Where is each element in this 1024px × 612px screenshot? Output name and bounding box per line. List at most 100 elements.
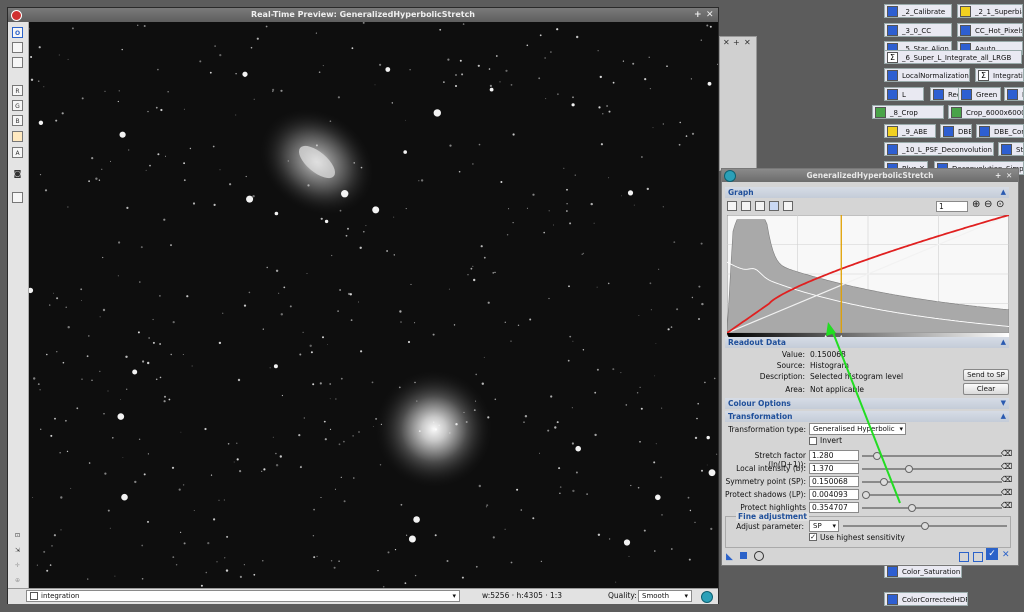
- curve-graph[interactable]: [727, 215, 1009, 340]
- workspace-process-icon[interactable]: _2_Calibrate: [884, 4, 952, 18]
- parameter-input[interactable]: 1.280: [809, 450, 859, 461]
- alpha-channel-button[interactable]: A: [12, 147, 23, 158]
- histogram-icon[interactable]: [783, 201, 793, 211]
- overlay-icon[interactable]: [755, 201, 765, 211]
- workspace-process-icon[interactable]: Crop_6000x6000: [948, 105, 1024, 119]
- close-icon[interactable]: ✕: [744, 38, 751, 47]
- cursor-icon[interactable]: ⇲: [12, 545, 23, 556]
- workspace-process-icon[interactable]: Green: [958, 87, 1001, 101]
- parameter-slider-knob[interactable]: [880, 478, 888, 486]
- preview-toggle-icon[interactable]: [754, 551, 764, 561]
- split-view-icon[interactable]: [12, 42, 23, 53]
- zoom-input[interactable]: 1: [936, 201, 968, 212]
- process-icon: [979, 126, 990, 137]
- zoom-fit-icon[interactable]: ⊡: [12, 530, 23, 541]
- workspace-process-icon[interactable]: Star: [998, 142, 1024, 156]
- close-icon[interactable]: ✕: [1006, 169, 1012, 182]
- parameter-slider-knob[interactable]: [905, 465, 913, 473]
- collapse-icon[interactable]: ✕: [723, 38, 730, 47]
- parameter-input[interactable]: 1.370: [809, 463, 859, 474]
- reset-icon[interactable]: ⌫: [1001, 462, 1012, 471]
- process-icon[interactable]: [724, 170, 736, 182]
- workspace-process-icon[interactable]: Σ Integration: [975, 68, 1024, 82]
- window-icon[interactable]: [12, 192, 23, 203]
- pin-icon[interactable]: +: [995, 169, 1001, 182]
- parameter-slider[interactable]: [862, 468, 1002, 470]
- zoom-out-icon[interactable]: ⊖: [984, 199, 992, 210]
- view-selector[interactable]: integration ▾: [26, 590, 460, 602]
- new-instance-icon[interactable]: ◣: [726, 552, 733, 562]
- workspace-process-icon[interactable]: _8_Crop: [872, 105, 944, 119]
- preview-image[interactable]: [29, 22, 718, 588]
- layout-icon[interactable]: [12, 57, 23, 68]
- preview-tool-column: O R G B A ◙ ⊡ ⇲ ✛ ⊕: [8, 22, 29, 588]
- quality-select[interactable]: Smooth ▾: [638, 590, 692, 602]
- zoom-reset-icon[interactable]: ⊙: [996, 199, 1004, 210]
- parameter-slider-knob[interactable]: [873, 452, 881, 460]
- pin-icon[interactable]: +: [694, 8, 702, 22]
- parameter-slider-knob[interactable]: [908, 504, 916, 512]
- apply-global-icon[interactable]: [740, 552, 747, 559]
- reset-icon[interactable]: ⌫: [1001, 475, 1012, 484]
- workspace-process-icon[interactable]: _10_L_PSF_Deconvolution: [884, 142, 994, 156]
- image-dimensions: w:5256 · h:4305 · 1:3: [482, 591, 563, 600]
- workspace-process-icon[interactable]: ColorCorrectedHDRM: [884, 592, 968, 606]
- reset-icon[interactable]: [701, 591, 713, 603]
- workspace-icon-label: _10_L_PSF_Deconvolution: [902, 146, 992, 154]
- transformation-type-select[interactable]: Generalised Hyperbolic ▾: [809, 423, 906, 435]
- section-colour-options[interactable]: Colour Options ▼: [725, 398, 1009, 409]
- adjust-parameter-select[interactable]: SP ▾: [809, 520, 839, 532]
- pan-icon[interactable]: ✛: [12, 560, 23, 571]
- workspace-process-icon[interactable]: Σ _6_Super_L_Integrate_all_LRGB: [884, 50, 1022, 64]
- rgb-channel-button[interactable]: O: [12, 27, 23, 38]
- real-time-preview-icon[interactable]: [959, 552, 969, 562]
- section-readout[interactable]: Readout Data ▲: [725, 337, 1009, 348]
- blue-channel-button[interactable]: B: [12, 115, 23, 126]
- parameter-slider[interactable]: [862, 494, 1002, 496]
- reset-icon[interactable]: ⌫: [1001, 488, 1012, 497]
- log-scale-icon[interactable]: [727, 201, 737, 211]
- invert-checkbox[interactable]: [809, 437, 817, 445]
- parameter-slider[interactable]: [862, 507, 1002, 509]
- workspace-icon-label: Star: [1016, 146, 1024, 154]
- parameter-slider-knob[interactable]: [862, 491, 870, 499]
- green-channel-button[interactable]: G: [12, 100, 23, 111]
- reset-icon[interactable]: ⌫: [1001, 501, 1012, 510]
- pin-icon[interactable]: +: [733, 38, 740, 47]
- section-transformation[interactable]: Transformation ▲: [725, 411, 1009, 422]
- reset-icon[interactable]: ⌫: [1001, 449, 1012, 458]
- reset-icon[interactable]: ✕: [1002, 550, 1010, 560]
- workspace-process-icon[interactable]: _3_0_CC: [884, 23, 952, 37]
- workspace-process-icon[interactable]: _9_ABE: [884, 124, 936, 138]
- workspace-process-icon[interactable]: Color_Saturation: [884, 564, 962, 578]
- luminance-icon[interactable]: [12, 131, 23, 142]
- workspace-process-icon[interactable]: DBE_Corr: [976, 124, 1024, 138]
- highest-sensitivity-checkbox[interactable]: ✓: [809, 533, 817, 541]
- workspace-process-icon[interactable]: CC_Hot_Pixels: [957, 23, 1023, 37]
- preview-curve-icon[interactable]: [741, 201, 751, 211]
- parameter-input[interactable]: 0.004093: [809, 489, 859, 500]
- send-to-sp-button[interactable]: Send to SP: [963, 369, 1009, 381]
- process-icon: [887, 6, 898, 17]
- parameter-slider[interactable]: [862, 455, 1002, 457]
- clear-button[interactable]: Clear: [963, 383, 1009, 395]
- close-icon[interactable]: [11, 10, 22, 21]
- fine-adjust-knob[interactable]: [921, 522, 929, 530]
- workspace-process-icon[interactable]: L: [884, 87, 924, 101]
- workspace-process-icon[interactable]: _2_1_Superbias: [957, 4, 1023, 18]
- parameter-input[interactable]: 0.354707: [809, 502, 859, 513]
- close-icon[interactable]: ✕: [706, 8, 714, 22]
- execute-icon[interactable]: ✓: [986, 548, 998, 560]
- workspace-process-icon[interactable]: DBE: [940, 124, 972, 138]
- workspace-process-icon[interactable]: B: [1004, 87, 1024, 101]
- workspace-process-icon[interactable]: LocalNormalization: [884, 68, 970, 82]
- camera-icon[interactable]: ◙: [12, 168, 23, 179]
- zoom-in-icon[interactable]: ⊕: [972, 199, 980, 210]
- adjust-parameter-value: SP: [813, 522, 822, 530]
- zoom-icon[interactable]: ⊕: [12, 575, 23, 586]
- browse-doc-icon[interactable]: [973, 552, 983, 562]
- section-graph[interactable]: Graph ▲: [725, 187, 1009, 198]
- grid-icon[interactable]: [769, 201, 779, 211]
- parameter-input[interactable]: 0.150068: [809, 476, 859, 487]
- red-channel-button[interactable]: R: [12, 85, 23, 96]
